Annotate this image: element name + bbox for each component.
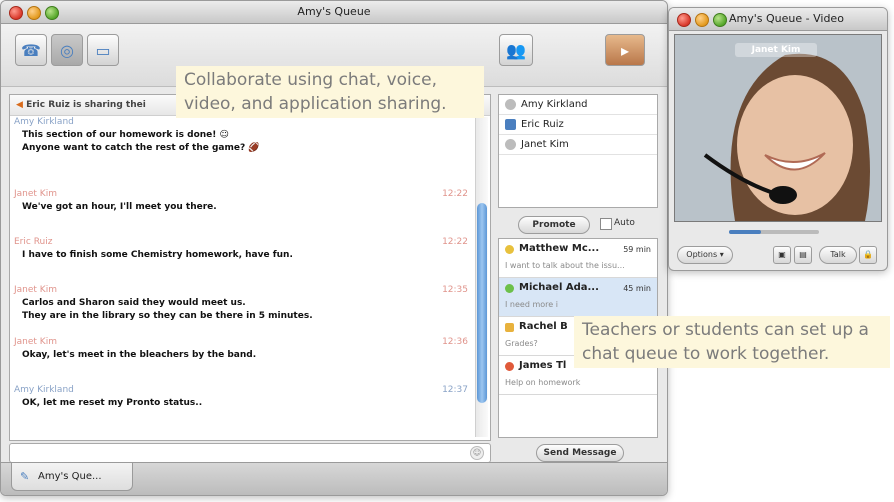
- queue-status-icon: [505, 284, 514, 293]
- message-sender: Janet Kim: [14, 285, 57, 295]
- participant-item[interactable]: Janet Kim: [499, 135, 657, 155]
- tab-bar: ✎ Amy's Que...: [1, 462, 667, 495]
- chat-transcript: ◀ Eric Ruiz is sharing thei Amy Kirkland…: [9, 94, 491, 441]
- video-person-image: [675, 35, 881, 221]
- lock-icon[interactable]: 🔒: [859, 246, 877, 264]
- message-time: 12:35: [442, 285, 468, 295]
- video-titlebar: Amy's Queue - Video: [669, 8, 887, 31]
- message-text: This section of our homework is done! ☺: [22, 130, 229, 140]
- promote-row: Promote Auto: [498, 208, 658, 238]
- chat-scrollbar[interactable]: [475, 117, 488, 437]
- participants-list: Amy Kirkland Eric Ruiz Janet Kim: [498, 94, 658, 208]
- video-window-title: Amy's Queue - Video: [729, 12, 844, 25]
- message: Janet Kim 12:22 We've got an hour, I'll …: [14, 189, 468, 212]
- message-time: 12:22: [442, 237, 468, 247]
- message-text: OK, let me reset my Pronto status..: [22, 398, 203, 408]
- volume-slider[interactable]: [729, 230, 819, 234]
- volume-level: [729, 230, 761, 234]
- talk-button[interactable]: Talk: [819, 246, 857, 264]
- avatar-icon: ▸: [620, 40, 630, 60]
- options-button[interactable]: Options ▾: [677, 246, 733, 264]
- message-text: I have to finish some Chemistry homework…: [22, 250, 293, 260]
- zoom-button[interactable]: [713, 13, 727, 27]
- avatar-button[interactable]: ▸: [605, 34, 645, 66]
- message-time: 12:36: [442, 337, 468, 347]
- message: Janet Kim 12:35 Carlos and Sharon said t…: [14, 285, 468, 321]
- message: Amy Kirkland This section of our homewor…: [14, 117, 468, 153]
- application-share-icon: ▭: [95, 40, 111, 60]
- message-sender: Janet Kim: [14, 337, 57, 347]
- chat-icon: ✎: [20, 470, 30, 483]
- queue-item[interactable]: Michael Ada... 45 min I need more i: [499, 278, 657, 317]
- video-window: Amy's Queue - Video Janet Kim Options ▾ …: [668, 7, 888, 271]
- message-time: 12:37: [442, 385, 468, 395]
- participants-button[interactable]: 👥: [499, 34, 533, 66]
- tab-amys-queue[interactable]: ✎ Amy's Que...: [11, 463, 133, 491]
- message-input[interactable]: ☺: [9, 443, 491, 463]
- window-title: Amy's Queue: [297, 5, 371, 18]
- users-icon: 👥: [506, 40, 526, 60]
- emoticon-icon[interactable]: ☺: [470, 446, 484, 460]
- side-panel: Amy Kirkland Eric Ruiz Janet Kim Promote…: [498, 94, 658, 462]
- scrollbar-thumb[interactable]: [477, 203, 487, 403]
- queue-status-icon: [505, 362, 514, 371]
- callout-chat-queue: Teachers or students can set up a chat q…: [574, 316, 890, 368]
- status-icon: [505, 139, 516, 150]
- pip-icon[interactable]: ▣: [773, 246, 791, 264]
- message-sender: Amy Kirkland: [14, 385, 74, 395]
- phone-icon: ☎: [21, 40, 41, 60]
- video-camera-icon: ◎: [60, 40, 74, 60]
- layout-icon[interactable]: ▤: [794, 246, 812, 264]
- minimize-button[interactable]: [695, 13, 709, 27]
- video-feed: Janet Kim: [674, 34, 882, 222]
- queue-status-icon: [505, 245, 514, 254]
- message: Janet Kim 12:36 Okay, let's meet in the …: [14, 337, 468, 360]
- pencil-icon: [505, 323, 514, 332]
- message-text: Carlos and Sharon said they would meet u…: [22, 298, 246, 308]
- phone-icon: [505, 119, 516, 130]
- close-button[interactable]: [677, 13, 691, 27]
- message: Amy Kirkland 12:37 OK, let me reset my P…: [14, 385, 468, 408]
- share-button[interactable]: ▭: [87, 34, 119, 66]
- message-text: We've got an hour, I'll meet you there.: [22, 202, 217, 212]
- message-text: They are in the library so they can be t…: [22, 311, 313, 321]
- queue-titlebar: Amy's Queue: [1, 1, 667, 24]
- message-time: 12:22: [442, 189, 468, 199]
- auto-label: Auto: [614, 218, 635, 228]
- message: Eric Ruiz 12:22 I have to finish some Ch…: [14, 237, 468, 260]
- participant-name-overlay: Janet Kim: [735, 43, 817, 57]
- message-text: Anyone want to catch the rest of the gam…: [22, 143, 260, 153]
- send-message-button[interactable]: Send Message: [536, 444, 624, 462]
- message-sender: Janet Kim: [14, 189, 57, 199]
- promote-button[interactable]: Promote: [518, 216, 590, 234]
- message-text: Okay, let's meet in the bleachers by the…: [22, 350, 257, 360]
- video-button[interactable]: ◎: [51, 34, 83, 66]
- participant-item[interactable]: Eric Ruiz: [499, 115, 657, 135]
- voice-button[interactable]: ☎: [15, 34, 47, 66]
- auto-checkbox[interactable]: [600, 218, 612, 230]
- status-icon: [505, 99, 516, 110]
- message-sender: Amy Kirkland: [14, 117, 74, 127]
- message-sender: Eric Ruiz: [14, 237, 53, 247]
- queue-item[interactable]: Matthew Mc... 59 min I want to talk abou…: [499, 239, 657, 278]
- participant-item[interactable]: Amy Kirkland: [499, 95, 657, 115]
- callout-collaborate: Collaborate using chat, voice, video, an…: [176, 66, 484, 118]
